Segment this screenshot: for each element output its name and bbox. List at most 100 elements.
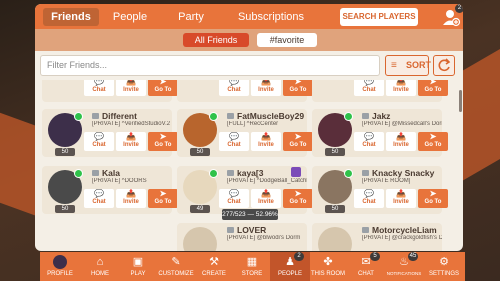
invite-button[interactable]: 📤 Invite — [251, 132, 281, 151]
goto-button[interactable]: ➤ Go To — [283, 189, 313, 208]
goto-button[interactable]: ➤ Go To — [148, 189, 178, 208]
chat-button[interactable]: 💬 Chat — [219, 80, 249, 96]
level-badge: 50 — [325, 205, 345, 213]
invite-button[interactable]: 📤 Invite — [116, 80, 146, 96]
friend-status: [PRIVATE] ^DodgeBall_CatchBattles — [227, 178, 307, 184]
chat-button[interactable]: 💬 Chat — [219, 189, 249, 208]
friend-card[interactable]: 49 kaya[3 [PRIVATE] ^DodgeBall_CatchBatt… — [177, 166, 313, 214]
friend-status: [PRIVATE] @Missedcall's Dorm — [362, 121, 442, 127]
invite-button[interactable]: 📤 Invite — [116, 189, 146, 208]
nav-create[interactable]: ⚒ CREATE — [194, 252, 234, 281]
chat-button[interactable]: 💬 Chat — [84, 80, 114, 96]
nav-badge: 45 — [408, 252, 418, 261]
friend-card[interactable]: MotorcycleLiam [PRIVATE] @crackgoldfish'… — [312, 223, 442, 251]
friend-card[interactable]: 50 Kala [PRIVATE] ^DOORS 💬 Chat 📤 Invite ➤… — [42, 166, 178, 214]
friend-request-badge: 2 — [455, 4, 463, 13]
refresh-button[interactable] — [433, 55, 455, 76]
friend-card[interactable]: 50 Jakz [PRIVATE] @Missedcall's Dorm 💬 Ch… — [312, 109, 448, 157]
room-icon: ✤ — [323, 256, 333, 268]
tab-friends[interactable]: Friends — [43, 8, 99, 26]
sort-label: SORT — [406, 60, 432, 70]
invite-button[interactable]: 📤 Invite — [251, 80, 281, 96]
invite-button[interactable]: 📤 Invite — [386, 189, 416, 208]
chat-button[interactable]: 💬 Chat — [84, 189, 114, 208]
chat-icon: 💬 — [94, 189, 104, 198]
refresh-icon — [438, 58, 451, 72]
nav-chat[interactable]: ✉ CHAT 5 — [346, 252, 386, 281]
tab-people[interactable]: People — [107, 8, 153, 26]
goto-icon: ➤ — [294, 80, 302, 86]
chat-button[interactable]: 💬 Chat — [354, 80, 384, 96]
gear-icon: ⚙ — [439, 256, 449, 268]
background-stripe — [462, 49, 500, 181]
goto-button[interactable]: ➤ Go To — [418, 132, 448, 151]
friend-status: [PRIVATE] ^VerifiedStudioV.2 — [92, 121, 171, 127]
level-badge: 50 — [55, 205, 75, 213]
friend-card[interactable]: 50 FatMuscleBoy29 [FULL] ^RecCenter 💬 Cha… — [177, 109, 313, 157]
friend-name: Knacky Snacky — [362, 168, 434, 178]
nav-store[interactable]: ▦ STORE — [232, 252, 272, 281]
goto-button[interactable]: ➤ Go To — [148, 80, 178, 96]
chat-icon: ✉ — [361, 256, 371, 268]
filter-friends-input[interactable]: Filter Friends... — [40, 55, 380, 76]
verified-icon — [92, 113, 99, 119]
friend-card[interactable]: 50 Different [PRIVATE] ^VerifiedStudioV.… — [42, 109, 178, 157]
goto-icon: ➤ — [294, 189, 302, 198]
friends-grid: 💬 Chat 📤 Invite ➤ Go To 💬 Chat 📤 Invite ➤ Go T… — [37, 80, 457, 251]
goto-icon: ➤ — [294, 132, 302, 141]
nav-badge: 2 — [294, 252, 304, 261]
friend-card: 💬 Chat 📤 Invite ➤ Go To — [42, 80, 178, 102]
chat-button[interactable]: 💬 Chat — [219, 132, 249, 151]
invite-button[interactable]: 📤 Invite — [251, 189, 281, 208]
invite-icon: 📤 — [261, 189, 271, 198]
tab-bar: Friends People Party Subscriptions SEARC… — [35, 4, 463, 29]
nav-people[interactable]: ♟ PEOPLE 2 — [270, 252, 310, 281]
nav-home[interactable]: ⌂ HOME — [80, 252, 120, 281]
chat-button[interactable]: 💬 Chat — [354, 189, 384, 208]
friend-name: Different — [92, 111, 137, 121]
goto-button[interactable]: ➤ Go To — [418, 189, 448, 208]
goto-button[interactable]: ➤ Go To — [283, 80, 313, 96]
friend-status: [FULL] ^RecCenter — [227, 121, 279, 127]
level-badge: 49 — [190, 205, 210, 213]
all-friends-filter-button[interactable]: All Friends — [183, 33, 249, 47]
invite-button[interactable]: 📤 Invite — [116, 132, 146, 151]
chat-icon: 💬 — [364, 80, 374, 86]
friend-card[interactable]: LOVER [PRIVATE] @blwodi's Dorm — [177, 223, 307, 251]
nav-this-room[interactable]: ✤ THIS ROOM — [308, 252, 348, 281]
verified-icon — [92, 170, 99, 176]
invite-icon: 📤 — [126, 189, 136, 198]
goto-button[interactable]: ➤ Go To — [418, 80, 448, 96]
scrollbar-thumb[interactable] — [459, 90, 462, 112]
goto-button[interactable]: ➤ Go To — [283, 132, 313, 151]
chat-button[interactable]: 💬 Chat — [354, 132, 384, 151]
bottom-nav-bar: PROFILE ⌂ HOME ▣ PLAY ✎ CUSTOMIZE ⚒ CREATE ▦… — [40, 252, 465, 281]
tab-party[interactable]: Party — [167, 8, 215, 26]
nav-play[interactable]: ▣ PLAY — [118, 252, 158, 281]
friend-status: [PRIVATE] @crackgoldfish's Dorm — [362, 235, 442, 241]
online-status-icon — [344, 112, 353, 121]
goto-button[interactable]: ➤ Go To — [148, 132, 178, 151]
nav-profile[interactable]: PROFILE — [40, 252, 80, 281]
tab-subscriptions[interactable]: Subscriptions — [221, 8, 321, 26]
level-badge: 50 — [55, 148, 75, 156]
favorite-filter-button[interactable]: #favorite — [257, 33, 317, 47]
friend-status: [PRIVATE ROOM] — [362, 178, 411, 184]
verified-icon — [227, 227, 234, 233]
invite-button[interactable]: 📤 Invite — [386, 132, 416, 151]
filter-tags-row: All Friends #favorite — [35, 29, 463, 51]
friend-status: [PRIVATE] @blwodi's Dorm — [227, 235, 301, 241]
chat-button[interactable]: 💬 Chat — [84, 132, 114, 151]
people-icon: ♟ — [285, 256, 295, 268]
chat-icon: 💬 — [94, 132, 104, 141]
online-status-icon — [74, 169, 83, 178]
goto-icon: ➤ — [429, 80, 437, 86]
nav-notifications[interactable]: ♨ NOTIFICATIONS 45 — [384, 252, 424, 281]
search-players-button[interactable]: SEARCH PLAYERS — [340, 8, 418, 26]
nav-customize[interactable]: ✎ CUSTOMIZE — [156, 252, 196, 281]
background-stripe — [0, 112, 40, 218]
friend-card[interactable]: 50 Knacky Snacky [PRIVATE ROOM] 💬 Chat 📤 I… — [312, 166, 448, 214]
nav-settings[interactable]: ⚙ SETTINGS — [424, 252, 464, 281]
invite-button[interactable]: 📤 Invite — [386, 80, 416, 96]
sort-button[interactable]: ≡ SORT — [385, 55, 432, 76]
